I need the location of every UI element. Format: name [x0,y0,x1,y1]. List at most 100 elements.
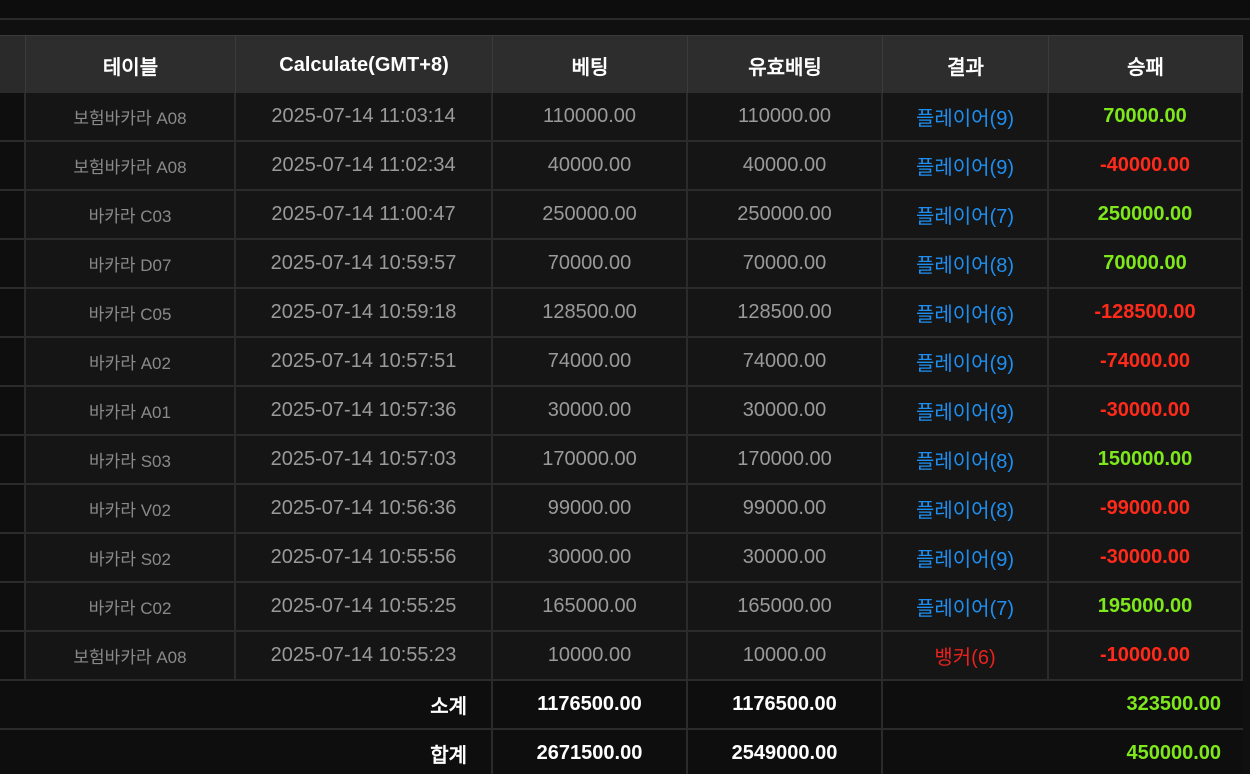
row-winloss-cell: -30000.00 [1049,534,1243,581]
row-spacer [0,338,26,385]
column-header-winloss: 승패 [1049,36,1243,94]
row-valid-bet-cell: 70000.00 [688,240,883,287]
column-header-calculate: Calculate(GMT+8) [236,36,493,94]
row-time-cell: 2025-07-14 11:03:14 [236,93,493,140]
subtotal-label: 소계 [0,681,493,728]
row-bet-cell: 74000.00 [493,338,688,385]
row-winloss-cell: -10000.00 [1049,632,1243,679]
table-row: 바카라 S03 2025-07-14 10:57:03 170000.00 17000… [0,436,1243,485]
row-spacer [0,436,26,483]
row-bet-cell: 128500.00 [493,289,688,336]
table-row: 바카라 V02 2025-07-14 10:56:36 99000.00 99000.… [0,485,1243,534]
row-result-cell: 플레이어(9) [883,534,1049,581]
row-time-cell: 2025-07-14 10:55:56 [236,534,493,581]
row-result-cell: 플레이어(7) [883,583,1049,630]
row-result-cell: 플레이어(8) [883,240,1049,287]
row-bet-cell: 30000.00 [493,534,688,581]
total-valid-bet: 2549000.00 [688,730,883,774]
table-header: 테이블 Calculate(GMT+8) 베팅 유효배팅 결과 승패 [0,35,1243,94]
row-spacer [0,632,26,679]
row-valid-bet-cell: 110000.00 [688,93,883,140]
row-result-cell: 플레이어(9) [883,387,1049,434]
row-bet-cell: 110000.00 [493,93,688,140]
row-bet-cell: 40000.00 [493,142,688,189]
row-bet-cell: 170000.00 [493,436,688,483]
row-valid-bet-cell: 250000.00 [688,191,883,238]
row-time-cell: 2025-07-14 10:55:23 [236,632,493,679]
table-row: 바카라 D07 2025-07-14 10:59:57 70000.00 70000.… [0,240,1243,289]
row-bet-cell: 70000.00 [493,240,688,287]
column-header-result: 결과 [883,36,1049,94]
row-result-cell: 플레이어(9) [883,142,1049,189]
row-time-cell: 2025-07-14 10:57:36 [236,387,493,434]
table-row: 바카라 C03 2025-07-14 11:00:47 250000.00 25000… [0,191,1243,240]
row-spacer [0,289,26,336]
row-time-cell: 2025-07-14 10:59:18 [236,289,493,336]
row-table-cell: 바카라 A01 [26,387,236,434]
header-spacer [0,36,26,94]
row-valid-bet-cell: 170000.00 [688,436,883,483]
row-winloss-cell: 70000.00 [1049,93,1243,140]
row-time-cell: 2025-07-14 11:00:47 [236,191,493,238]
row-result-cell: 플레이어(7) [883,191,1049,238]
row-table-cell: 바카라 C05 [26,289,236,336]
total-row: 합계 2671500.00 2549000.00 450000.00 [0,730,1243,774]
row-result-cell: 플레이어(8) [883,485,1049,532]
row-valid-bet-cell: 30000.00 [688,534,883,581]
top-bar [0,0,1250,20]
row-winloss-cell: -74000.00 [1049,338,1243,385]
row-winloss-cell: -40000.00 [1049,142,1243,189]
row-result-cell: 플레이어(9) [883,338,1049,385]
table-row: 보험바카라 A08 2025-07-14 11:02:34 40000.00 4000… [0,142,1243,191]
row-result-cell: 플레이어(8) [883,436,1049,483]
row-table-cell: 바카라 C02 [26,583,236,630]
row-spacer [0,583,26,630]
row-winloss-cell: 70000.00 [1049,240,1243,287]
row-valid-bet-cell: 10000.00 [688,632,883,679]
table-row: 바카라 A01 2025-07-14 10:57:36 30000.00 30000.… [0,387,1243,436]
table-row: 바카라 A02 2025-07-14 10:57:51 74000.00 74000.… [0,338,1243,387]
row-winloss-cell: -99000.00 [1049,485,1243,532]
row-spacer [0,387,26,434]
column-header-table: 테이블 [26,36,236,94]
row-time-cell: 2025-07-14 10:56:36 [236,485,493,532]
row-table-cell: 바카라 C03 [26,191,236,238]
row-valid-bet-cell: 74000.00 [688,338,883,385]
row-bet-cell: 10000.00 [493,632,688,679]
row-bet-cell: 250000.00 [493,191,688,238]
row-time-cell: 2025-07-14 10:57:03 [236,436,493,483]
row-valid-bet-cell: 40000.00 [688,142,883,189]
row-time-cell: 2025-07-14 10:55:25 [236,583,493,630]
row-table-cell: 바카라 V02 [26,485,236,532]
row-winloss-cell: -128500.00 [1049,289,1243,336]
row-bet-cell: 30000.00 [493,387,688,434]
row-table-cell: 보험바카라 A08 [26,93,236,140]
row-table-cell: 바카라 S02 [26,534,236,581]
row-time-cell: 2025-07-14 11:02:34 [236,142,493,189]
row-valid-bet-cell: 128500.00 [688,289,883,336]
table-row: 바카라 S02 2025-07-14 10:55:56 30000.00 30000.… [0,534,1243,583]
row-spacer [0,191,26,238]
row-valid-bet-cell: 165000.00 [688,583,883,630]
row-winloss-cell: 195000.00 [1049,583,1243,630]
row-spacer [0,93,26,140]
subtotal-bet: 1176500.00 [493,681,688,728]
row-spacer [0,240,26,287]
row-bet-cell: 99000.00 [493,485,688,532]
row-result-cell: 플레이어(6) [883,289,1049,336]
row-valid-bet-cell: 99000.00 [688,485,883,532]
row-winloss-cell: 250000.00 [1049,191,1243,238]
row-spacer [0,142,26,189]
row-table-cell: 보험바카라 A08 [26,632,236,679]
row-table-cell: 보험바카라 A08 [26,142,236,189]
row-result-cell: 뱅커(6) [883,632,1049,679]
table-row: 보험바카라 A08 2025-07-14 11:03:14 110000.00 110… [0,93,1243,142]
total-winloss: 450000.00 [1126,742,1221,764]
table-row: 보험바카라 A08 2025-07-14 10:55:23 10000.00 1000… [0,632,1243,681]
row-table-cell: 바카라 S03 [26,436,236,483]
row-time-cell: 2025-07-14 10:59:57 [236,240,493,287]
column-header-bet: 베팅 [493,36,688,94]
row-bet-cell: 165000.00 [493,583,688,630]
subtotal-valid-bet: 1176500.00 [688,681,883,728]
row-spacer [0,485,26,532]
